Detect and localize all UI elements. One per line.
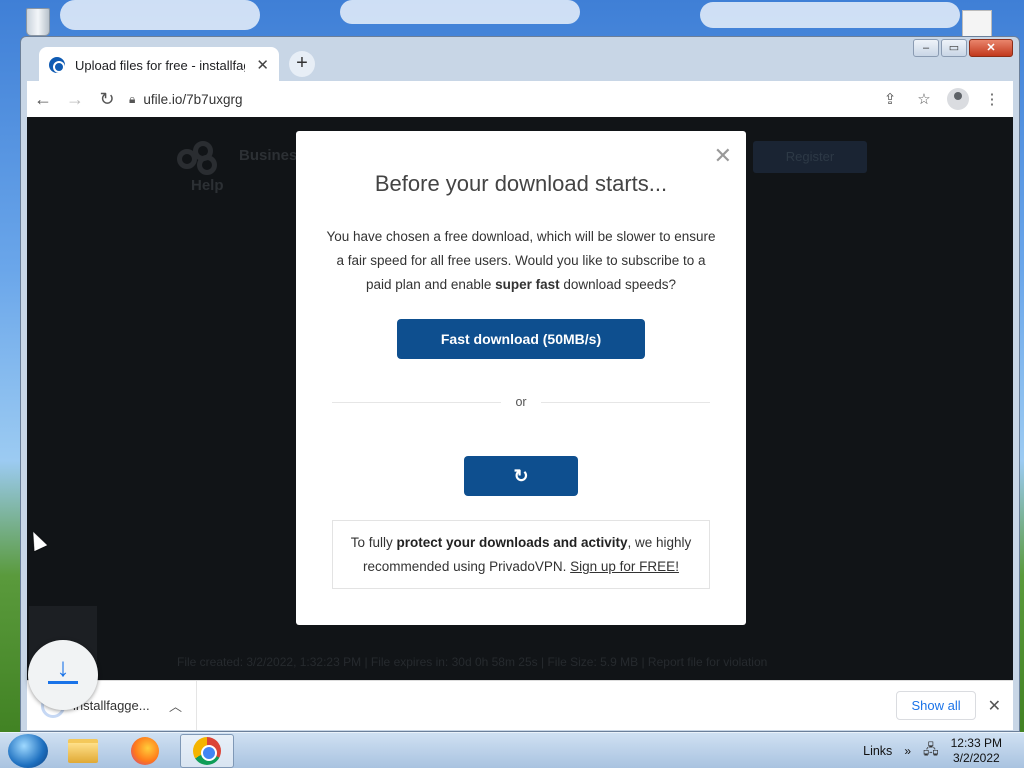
- vpn-text-bold: protect your downloads and activity: [396, 535, 628, 550]
- chrome-icon: [193, 736, 221, 765]
- recycle-bin-icon[interactable]: [18, 4, 58, 36]
- bookmark-star-icon[interactable]: ☆: [913, 90, 935, 108]
- ufile-logo-icon: [177, 141, 223, 175]
- chevron-up-icon[interactable]: ︿: [169, 696, 182, 715]
- modal-description: You have chosen a free download, which w…: [326, 225, 716, 297]
- new-tab-button[interactable]: +: [289, 51, 315, 77]
- modal-title: Before your download starts...: [374, 171, 668, 196]
- window-controls: – ▭ ✕: [913, 39, 1013, 57]
- vpn-signup-link[interactable]: Sign up for FREE!: [570, 559, 679, 574]
- address-bar[interactable]: 🔒︎ ufile.io/7b7uxgrg: [129, 84, 869, 114]
- vpn-text-part1: To fully: [350, 535, 397, 550]
- back-arrow-icon[interactable]: ←: [27, 89, 59, 110]
- chrome-taskbar-button[interactable]: [180, 733, 234, 768]
- url-text: ufile.io/7b7uxgrg: [143, 91, 243, 107]
- system-tray: Links » 🖧 12:33 PM 3/2/2022: [863, 736, 1024, 766]
- vpn-promo-box: To fully protect your downloads and acti…: [332, 520, 710, 589]
- close-modal-icon[interactable]: ✕: [714, 143, 732, 169]
- register-button[interactable]: Register: [753, 141, 867, 173]
- file-info-footer: File created: 3/2/2022, 1:32:23 PM | Fil…: [177, 655, 768, 669]
- clock[interactable]: 12:33 PM 3/2/2022: [951, 736, 1002, 766]
- profile-avatar-icon[interactable]: [947, 88, 969, 110]
- tab-ufile[interactable]: Upload files for free - installfaggeer ✕: [39, 47, 279, 83]
- refresh-icon: ↻: [513, 466, 529, 486]
- share-icon[interactable]: ⇪: [879, 90, 901, 108]
- firefox-icon: [131, 736, 159, 765]
- sky-cloud: [340, 0, 580, 24]
- or-label: or: [515, 395, 527, 409]
- taskbar: Links » 🖧 12:33 PM 3/2/2022: [0, 732, 1024, 768]
- clock-date: 3/2/2022: [952, 750, 1000, 765]
- folder-icon: [68, 738, 98, 763]
- sky-cloud: [700, 2, 960, 28]
- fast-download-button[interactable]: Fast download (50MB/s): [397, 319, 645, 359]
- start-button[interactable]: [8, 733, 48, 768]
- sky-cloud: [60, 0, 260, 30]
- modal-text-bold: super fast: [495, 277, 560, 292]
- floating-download-button[interactable]: ↓: [28, 640, 98, 710]
- help-link[interactable]: Help: [191, 177, 224, 194]
- tab-title: Upload files for free - installfaggeer: [75, 57, 245, 73]
- close-tab-icon[interactable]: ✕: [256, 56, 269, 74]
- reload-icon[interactable]: ↻: [91, 89, 123, 110]
- close-window-button[interactable]: ✕: [969, 39, 1013, 57]
- menu-kebab-icon[interactable]: ⋮: [981, 90, 1003, 108]
- slow-download-button[interactable]: ↻: [464, 456, 578, 496]
- or-divider: or: [332, 395, 710, 409]
- links-toolbar[interactable]: Links: [863, 744, 892, 758]
- browser-toolbar: ← → ↻ 🔒︎ ufile.io/7b7uxgrg ⇪ ☆ ⋮: [27, 81, 1013, 117]
- download-modal: ✕ Before your download starts... You hav…: [296, 131, 746, 625]
- show-all-button[interactable]: Show all: [896, 691, 976, 720]
- lock-icon[interactable]: 🔒︎: [129, 92, 135, 107]
- close-download-bar-icon[interactable]: ✕: [988, 696, 1001, 716]
- download-bar: installfagge... ︿ Show all ✕: [27, 680, 1013, 730]
- maximize-button[interactable]: ▭: [941, 39, 967, 57]
- forward-arrow-icon[interactable]: →: [59, 89, 91, 110]
- firefox-taskbar-button[interactable]: [118, 734, 172, 768]
- minimize-button[interactable]: –: [913, 39, 939, 57]
- modal-text-part2: download speeds?: [559, 277, 676, 292]
- ufile-favicon-icon: [49, 57, 65, 73]
- clock-time: 12:33 PM: [950, 735, 1002, 750]
- explorer-taskbar-button[interactable]: [56, 734, 110, 768]
- download-arrow-icon: ↓: [56, 652, 70, 682]
- network-icon[interactable]: 🖧: [923, 739, 939, 763]
- tab-strip: Upload files for free - installfaggeer ✕…: [27, 37, 1013, 87]
- chevron-right-icon[interactable]: »: [904, 744, 911, 758]
